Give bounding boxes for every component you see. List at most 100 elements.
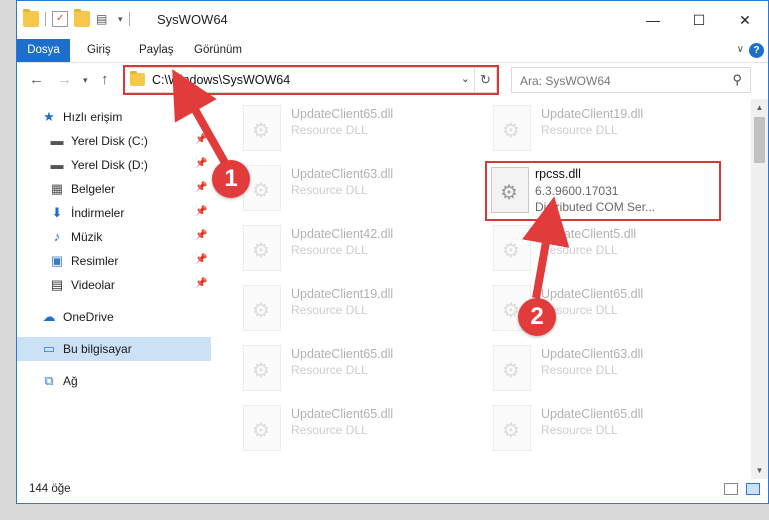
search-icon: ⚲ (732, 72, 742, 87)
file-name: UpdateClient19.dll (541, 107, 644, 121)
file-item[interactable]: UpdateClient65.dll Resource DLL (485, 399, 725, 459)
pin-icon[interactable]: 📌 (195, 206, 207, 217)
tab-share[interactable]: Paylaş (139, 39, 174, 62)
pin-icon[interactable]: 📌 (195, 278, 207, 289)
sidebar-item-quick-access[interactable]: ★ Hızlı erişim (17, 105, 211, 129)
file-version: 6.3.9600.17031 (535, 184, 619, 198)
pictures-icon: ▣ (50, 253, 64, 268)
sidebar-item-network[interactable]: ⧉ Ağ (17, 369, 211, 393)
sidebar-item-onedrive[interactable]: ☁ OneDrive (17, 305, 211, 329)
file-item[interactable]: UpdateClient65.dll Resource DLL (235, 99, 475, 159)
pin-icon[interactable]: 📌 (195, 254, 207, 265)
dll-file-icon (491, 167, 529, 213)
view-toggles (724, 483, 760, 495)
file-item[interactable]: UpdateClient19.dll Resource DLL (235, 279, 475, 339)
network-icon: ⧉ (44, 373, 54, 388)
file-item-rpcss[interactable]: rpcss.dll 6.3.9600.17031 Distributed COM… (485, 161, 721, 221)
file-name: UpdateClient65.dll (541, 407, 644, 421)
computer-icon: ▭ (42, 341, 56, 356)
star-icon: ★ (43, 109, 55, 124)
help-icon[interactable]: ? (749, 43, 764, 58)
file-item[interactable]: UpdateClient19.dll Resource DLL (485, 99, 725, 159)
dll-file-icon (243, 345, 281, 391)
sidebar-item-music[interactable]: ♪ Müzik 📌 (17, 225, 211, 249)
item-count: 144 öğe (29, 483, 71, 495)
dll-file-icon (243, 105, 281, 151)
sidebar-item-label: Belgeler (71, 182, 116, 196)
file-type: Resource DLL (291, 243, 368, 257)
file-name: UpdateClient19.dll (291, 287, 394, 301)
customize-dropdown-icon[interactable]: ▾ (118, 14, 123, 25)
scroll-up-icon[interactable]: ▲ (751, 99, 768, 116)
large-icons-view-icon[interactable] (746, 483, 760, 495)
folder-icon (23, 9, 39, 27)
file-list: UpdateClient65.dll Resource DLL UpdateCl… (229, 99, 749, 479)
step-callout-2: 2 (518, 298, 556, 336)
recent-locations-icon[interactable]: ▾ (83, 75, 88, 86)
file-name: UpdateClient65.dll (291, 107, 394, 121)
file-name: UpdateClient63.dll (541, 347, 644, 361)
vertical-scrollbar[interactable]: ▲ ▼ (751, 99, 768, 479)
file-name: UpdateClient63.dll (291, 167, 394, 181)
window-controls: — ☐ ✕ (630, 1, 768, 39)
file-type: Resource DLL (541, 363, 618, 377)
step-callout-1: 1 (212, 160, 250, 198)
sidebar-item-local-disk-d[interactable]: ▬ Yerel Disk (D:) 📌 (17, 153, 211, 177)
cloud-icon: ☁ (42, 309, 56, 324)
close-button[interactable]: ✕ (722, 1, 768, 39)
properties-icon[interactable]: ✓ (52, 11, 68, 27)
tab-file[interactable]: Dosya (17, 39, 70, 62)
up-arrow-icon[interactable]: ↑ (101, 71, 109, 88)
forward-arrow-icon[interactable]: → (57, 71, 72, 88)
tab-view[interactable]: Görünüm (194, 39, 242, 62)
file-item[interactable]: UpdateClient63.dll Resource DLL (485, 339, 725, 399)
sidebar-item-local-disk-c[interactable]: ▬ Yerel Disk (C:) 📌 (17, 129, 211, 153)
sidebar-item-label: Resimler (71, 254, 119, 268)
sidebar-item-label: Müzik (71, 230, 103, 244)
sidebar-item-documents[interactable]: ▦ Belgeler 📌 (17, 177, 211, 201)
navigation-bar: ← → ▾ ↑ C:\Windows\SysWOW64 ⌄ ↻ Ara: Sys… (17, 63, 768, 99)
music-icon: ♪ (53, 229, 61, 244)
sidebar-item-pictures[interactable]: ▣ Resimler 📌 (17, 249, 211, 273)
pin-icon[interactable]: 📌 (195, 182, 207, 193)
pin-icon[interactable]: 📌 (195, 134, 207, 145)
document-icon: ▦ (50, 181, 64, 196)
separator (128, 12, 130, 26)
window-title: SysWOW64 (157, 12, 228, 27)
status-bar: 144 öğe (17, 477, 768, 503)
video-icon: ▤ (50, 277, 64, 292)
scroll-thumb[interactable] (754, 117, 765, 163)
download-icon: ⬇ (51, 205, 63, 220)
ribbon-expand-icon[interactable]: ∨ (737, 44, 744, 55)
back-arrow-icon[interactable]: ← (29, 71, 44, 88)
minimize-button[interactable]: — (630, 1, 676, 39)
file-item[interactable]: UpdateClient42.dll Resource DLL (235, 219, 475, 279)
dll-file-icon (493, 105, 531, 151)
file-item[interactable]: UpdateClient5.dll Resource DLL (485, 219, 725, 279)
dll-file-icon (243, 225, 281, 271)
file-type: Resource DLL (291, 183, 368, 197)
sidebar-item-this-pc[interactable]: ▭ Bu bilgisayar (17, 337, 211, 361)
file-item[interactable]: UpdateClient65.dll Resource DLL (235, 399, 475, 459)
details-view-icon[interactable] (724, 483, 738, 495)
file-type: Resource DLL (291, 123, 368, 137)
sidebar-item-videos[interactable]: ▤ Videolar 📌 (17, 273, 211, 297)
file-item[interactable]: UpdateClient65.dll Resource DLL (235, 339, 475, 399)
search-input[interactable]: Ara: SysWOW64 ⚲ (511, 67, 751, 93)
sidebar-item-label: Ağ (63, 374, 78, 388)
file-type: Resource DLL (541, 243, 618, 257)
sidebar-item-downloads[interactable]: ⬇ İndirmeler 📌 (17, 201, 211, 225)
pin-icon[interactable]: 📌 (195, 230, 207, 241)
pin-icon[interactable]: 📌 (195, 158, 207, 169)
new-folder-icon[interactable] (74, 9, 90, 27)
rename-icon[interactable]: ▤ (96, 11, 112, 27)
file-name: UpdateClient65.dll (291, 347, 394, 361)
file-type: Resource DLL (291, 363, 368, 377)
file-item[interactable]: UpdateClient63.dll Resource DLL (235, 159, 475, 219)
ribbon: Dosya Giriş Paylaş Görünüm ∨ ? (17, 39, 768, 63)
separator (45, 12, 46, 26)
tab-home[interactable]: Giriş (87, 39, 111, 62)
maximize-button[interactable]: ☐ (676, 1, 722, 39)
dll-file-icon (493, 345, 531, 391)
sidebar-item-label: Yerel Disk (D:) (71, 158, 148, 172)
